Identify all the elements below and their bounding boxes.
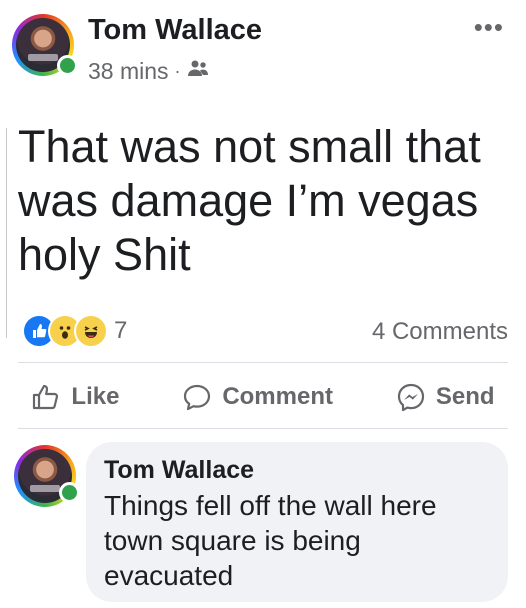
send-button[interactable]: Send — [396, 382, 495, 412]
divider-top — [18, 362, 508, 363]
online-status-icon — [59, 482, 80, 503]
post-actions-bar: Like Comment Send — [0, 370, 526, 424]
online-status-icon — [57, 55, 78, 76]
like-label: Like — [71, 383, 120, 410]
like-button[interactable]: Like — [31, 383, 119, 411]
author-avatar[interactable] — [12, 14, 78, 76]
send-label: Send — [435, 383, 495, 410]
comment-button[interactable]: Comment — [182, 383, 333, 411]
reactions-summary[interactable]: 7 — [22, 314, 127, 348]
comments-count-link[interactable]: 4 Comments — [372, 318, 508, 346]
left-edge-accent — [0, 128, 7, 338]
comment-text: Things fell off the wall here town squar… — [104, 490, 437, 591]
comment-label: Comment — [222, 383, 333, 410]
meta-separator: · — [174, 61, 181, 81]
post-text: That was not small that was damage I’m v… — [18, 121, 481, 280]
comment-author-avatar[interactable] — [14, 445, 80, 507]
divider-bottom — [18, 428, 508, 429]
messenger-icon — [397, 383, 424, 412]
thumbs-up-icon — [33, 384, 59, 410]
post-time[interactable]: 38 mins — [88, 58, 169, 85]
more-options-icon[interactable]: ••• — [474, 12, 504, 43]
reaction-count: 7 — [114, 317, 128, 344]
comment-bubble-icon — [184, 384, 211, 411]
haha-icon — [74, 314, 108, 348]
comment-bubble[interactable]: Tom Wallace Things fell off the wall her… — [86, 442, 508, 602]
comment-author-name[interactable]: Tom Wallace — [104, 456, 254, 485]
friends-icon[interactable] — [187, 58, 209, 85]
post-meta: 38 mins · — [88, 58, 209, 85]
post-author-name[interactable]: Tom Wallace — [88, 14, 262, 47]
